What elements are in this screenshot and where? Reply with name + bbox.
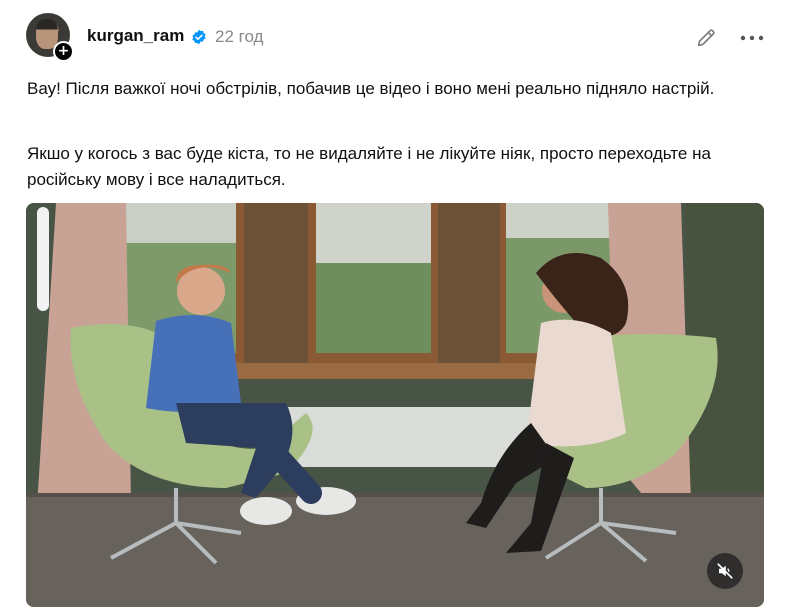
verified-badge-icon	[192, 29, 206, 45]
mute-button[interactable]	[707, 553, 743, 589]
avatar[interactable]: +	[26, 13, 74, 62]
video-frame	[26, 203, 764, 607]
username[interactable]: kurgan_ram	[87, 26, 184, 46]
plus-icon[interactable]: +	[53, 41, 74, 62]
video-player[interactable]	[26, 203, 764, 607]
speaker-muted-icon	[717, 563, 733, 579]
post-text-paragraph-1: Вау! Після важкої ночі обстрілів, побачи…	[27, 79, 715, 98]
post-text-paragraph-2: Якшо у когось з вас буде кіста, то не ви…	[27, 144, 711, 189]
scrollbar-thumb[interactable]	[37, 207, 49, 311]
post-time[interactable]: 22 год	[215, 27, 263, 47]
more-icon[interactable]	[738, 27, 766, 49]
pencil-icon[interactable]	[695, 27, 717, 49]
thread-post: + kurgan_ram 22 год Вау! Після важкої но…	[0, 0, 787, 614]
